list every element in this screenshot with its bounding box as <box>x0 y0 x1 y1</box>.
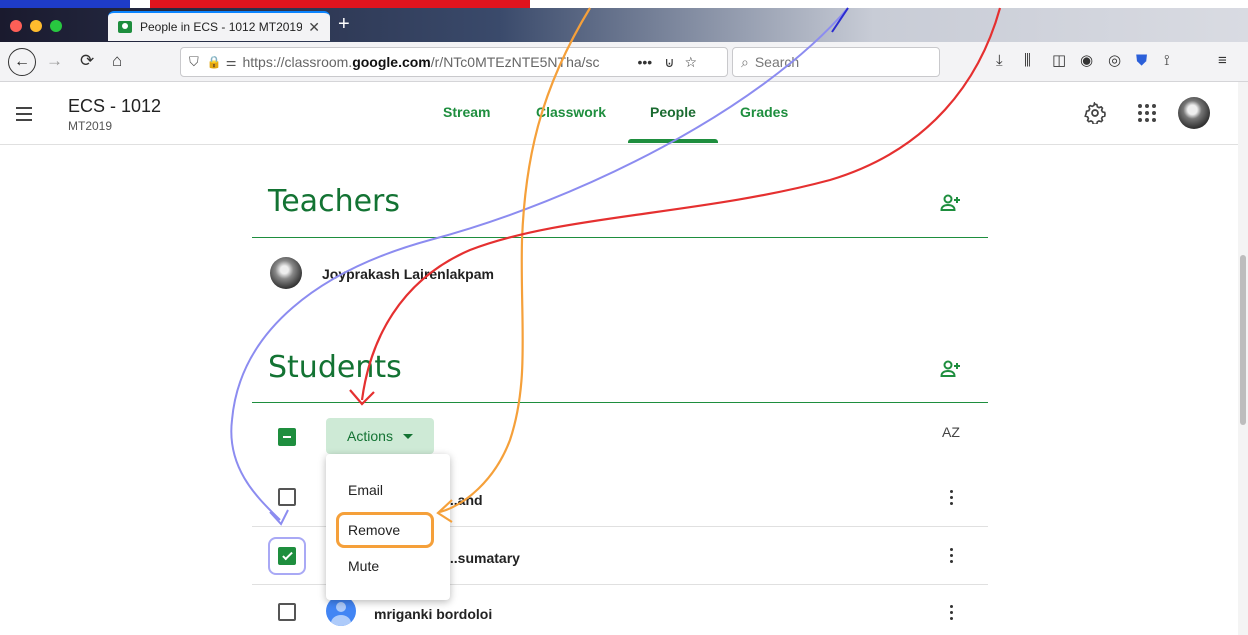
tab-people[interactable]: People <box>650 104 696 120</box>
browser-nav-bar: ← → ⟳ ⌂ ⛉ 🔒 ⚌ https://classroom.google.c… <box>0 42 1248 82</box>
search-icon: ⌕ <box>741 53 749 70</box>
bookmark-star-icon[interactable]: ☆ <box>684 54 697 71</box>
tab-stream[interactable]: Stream <box>443 104 490 120</box>
student-checkbox[interactable] <box>278 488 296 506</box>
class-section: MT2019 <box>68 119 113 133</box>
class-name[interactable]: ECS - 1012 <box>68 96 161 117</box>
scrollbar-thumb[interactable] <box>1240 255 1246 425</box>
cast-icon[interactable]: ⟟ <box>1164 52 1170 70</box>
teachers-divider <box>252 237 988 238</box>
library-icon[interactable]: ⫼ <box>1024 52 1031 70</box>
teacher-name[interactable]: Joyprakash Lairenlakpam <box>322 266 494 282</box>
student-name[interactable]: ...sumatary <box>446 550 520 566</box>
url-text: https://classroom.google.com/r/NTc0MTEzN… <box>242 54 600 70</box>
actions-label: Actions <box>347 428 393 444</box>
shield-icon[interactable]: ⛉ <box>189 54 199 70</box>
url-bar[interactable]: ⛉ 🔒 ⚌ https://classroom.google.com/r/NTc… <box>180 47 728 77</box>
classroom-favicon-icon <box>118 21 132 33</box>
home-button[interactable]: ⌂ <box>112 51 122 71</box>
new-tab-button[interactable]: + <box>338 14 350 34</box>
menu-item-email[interactable]: Email <box>348 482 383 498</box>
hamburger-menu-icon[interactable] <box>16 107 32 125</box>
screenshot: { "browser": { "tab_title": "People in E… <box>0 0 1248 635</box>
reload-button[interactable]: ⟳ <box>80 51 94 71</box>
search-bar[interactable]: ⌕ Search <box>732 47 940 77</box>
page-actions-icon[interactable]: ••• <box>637 54 652 70</box>
search-placeholder: Search <box>754 54 800 70</box>
lock-icon: 🔒 <box>206 55 222 69</box>
select-all-checkbox[interactable] <box>278 428 296 446</box>
extension-icon[interactable]: ◎ <box>1108 52 1121 70</box>
shield-extension-icon[interactable]: ⛊ <box>1136 52 1147 70</box>
menu-icon[interactable]: ≡ <box>1218 52 1227 70</box>
sidebar-icon[interactable]: ◫ <box>1052 52 1066 70</box>
teachers-title: Teachers <box>268 184 400 219</box>
minimize-window-icon[interactable] <box>30 20 42 32</box>
browser-tab[interactable]: People in ECS - 1012 MT2019 ✕ <box>108 11 330 41</box>
student-avatar <box>326 596 356 626</box>
banner-red-strip <box>150 0 530 8</box>
students-divider <box>252 402 988 403</box>
forward-button[interactable]: → <box>46 51 63 71</box>
settings-gear-icon[interactable] <box>1084 102 1106 124</box>
student-more-icon[interactable] <box>950 490 954 508</box>
classroom-header: ECS - 1012 MT2019 Stream Classwork Peopl… <box>0 82 1248 145</box>
back-button[interactable]: ← <box>8 48 36 76</box>
student-name[interactable]: mriganki bordoloi <box>374 606 492 622</box>
caret-down-icon <box>402 433 413 439</box>
sort-az-icon[interactable]: AZ <box>942 424 960 440</box>
top-banner <box>0 0 1248 8</box>
menu-item-mute[interactable]: Mute <box>348 558 379 574</box>
close-window-icon[interactable] <box>10 20 22 32</box>
student-name[interactable]: ...and <box>446 492 483 508</box>
maximize-window-icon[interactable] <box>50 20 62 32</box>
actions-button[interactable]: Actions <box>326 418 434 454</box>
tab-title: People in ECS - 1012 MT2019 <box>140 20 303 34</box>
tab-classwork[interactable]: Classwork <box>536 104 606 120</box>
student-checkbox[interactable] <box>278 603 296 621</box>
invite-teacher-icon[interactable] <box>940 193 962 213</box>
student-more-icon[interactable] <box>950 548 954 566</box>
teacher-avatar <box>270 257 302 289</box>
tab-close-icon[interactable]: ✕ <box>308 19 320 36</box>
download-icon[interactable]: ⤓ <box>996 52 1003 70</box>
tab-grades[interactable]: Grades <box>740 104 788 120</box>
banner-blue-strip <box>0 0 130 8</box>
permissions-icon[interactable]: ⚌ <box>226 55 237 69</box>
browser-tab-bar: People in ECS - 1012 MT2019 ✕ + <box>0 8 1248 42</box>
account-icon[interactable]: ◉ <box>1080 52 1093 70</box>
pocket-icon[interactable]: ⊍ <box>664 54 674 71</box>
google-apps-icon[interactable] <box>1138 104 1156 122</box>
blue-arrowhead <box>269 509 289 526</box>
account-avatar[interactable] <box>1178 97 1210 129</box>
invite-student-icon[interactable] <box>940 359 962 379</box>
remove-highlight-box <box>336 512 434 548</box>
students-title: Students <box>268 350 402 385</box>
active-tab-indicator <box>628 139 718 143</box>
student-more-icon[interactable] <box>950 605 954 623</box>
checkbox-highlight-box <box>268 537 306 575</box>
